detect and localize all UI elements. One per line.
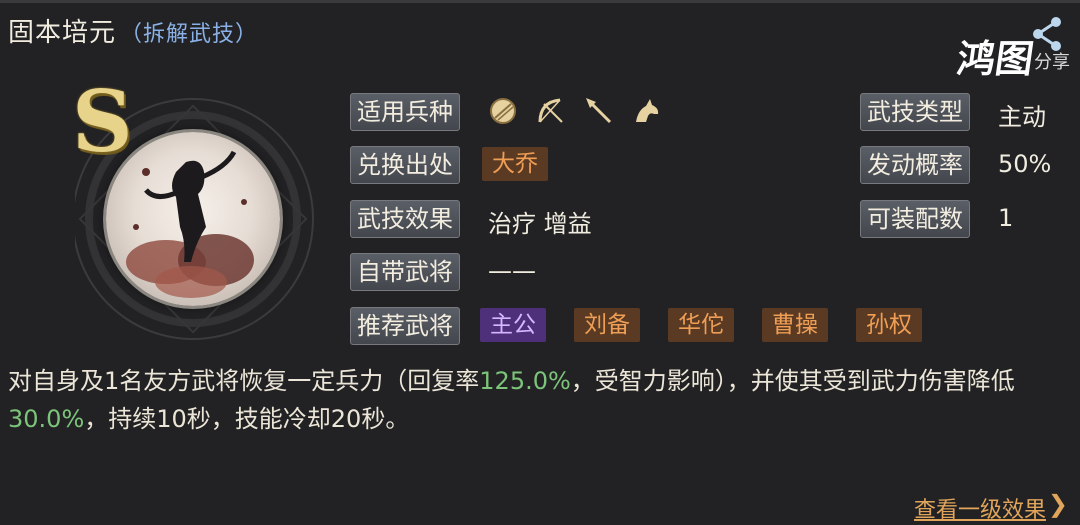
skill-subtitle: （拆解武技） bbox=[120, 22, 259, 47]
desc-text: 对自身及1名友方武将恢复一定兵力（回复率 bbox=[8, 367, 480, 395]
recommend-label: 推荐武将 bbox=[350, 307, 460, 345]
recommend-tag[interactable]: 刘备 bbox=[574, 308, 640, 342]
own-general-value: —— bbox=[488, 257, 536, 285]
slots-label: 可装配数 bbox=[860, 200, 970, 238]
watermark: 鸿图 分享 bbox=[942, 14, 1072, 81]
watermark-share: 分享 bbox=[1034, 52, 1070, 73]
recommend-tag[interactable]: 曹操 bbox=[762, 308, 828, 342]
horse-icon bbox=[636, 99, 659, 122]
effect-value: 治疗 增益 bbox=[488, 210, 592, 238]
top-border bbox=[0, 0, 1080, 3]
recommend-tag[interactable]: 主公 bbox=[480, 308, 546, 342]
desc-text: ，受智力影响），并使其受到武力伤害降低 bbox=[570, 367, 1015, 395]
own-general-label: 自带武将 bbox=[350, 253, 460, 291]
skill-name: 固本培元 bbox=[8, 18, 117, 48]
skill-description: 对自身及1名友方武将恢复一定兵力（回复率125.0%，受智力影响），并使其受到武… bbox=[8, 362, 1070, 438]
chevron-right-icon[interactable]: ❯ bbox=[1048, 490, 1068, 518]
skill-grade: S bbox=[72, 72, 133, 171]
desc-text: ，持续10秒，技能冷却20秒。 bbox=[84, 405, 410, 433]
watermark-brand: 鸿图 bbox=[954, 36, 1037, 81]
source-tag[interactable]: 大乔 bbox=[482, 147, 548, 181]
skill-title: 固本培元 （拆解武技） bbox=[8, 12, 258, 49]
probability-value: 50% bbox=[998, 150, 1052, 178]
slots-value: 1 bbox=[998, 204, 1014, 232]
effect-label: 武技效果 bbox=[350, 200, 460, 238]
view-level1-effect-link[interactable]: 查看一级效果 bbox=[914, 492, 1046, 524]
type-label: 武技类型 bbox=[860, 93, 970, 131]
recommend-tag[interactable]: 孙权 bbox=[856, 308, 922, 342]
recommend-tag[interactable]: 华佗 bbox=[668, 308, 734, 342]
troop-label: 适用兵种 bbox=[350, 93, 460, 131]
probability-label: 发动概率 bbox=[860, 146, 970, 184]
source-label: 兑换出处 bbox=[350, 146, 460, 184]
heal-rate-value: 125.0% bbox=[479, 367, 571, 395]
shield-icon bbox=[490, 98, 516, 124]
damage-reduction-value: 30.0% bbox=[8, 405, 85, 433]
spear-icon bbox=[586, 98, 612, 124]
bow-icon bbox=[538, 98, 563, 123]
type-value: 主动 bbox=[998, 103, 1046, 131]
